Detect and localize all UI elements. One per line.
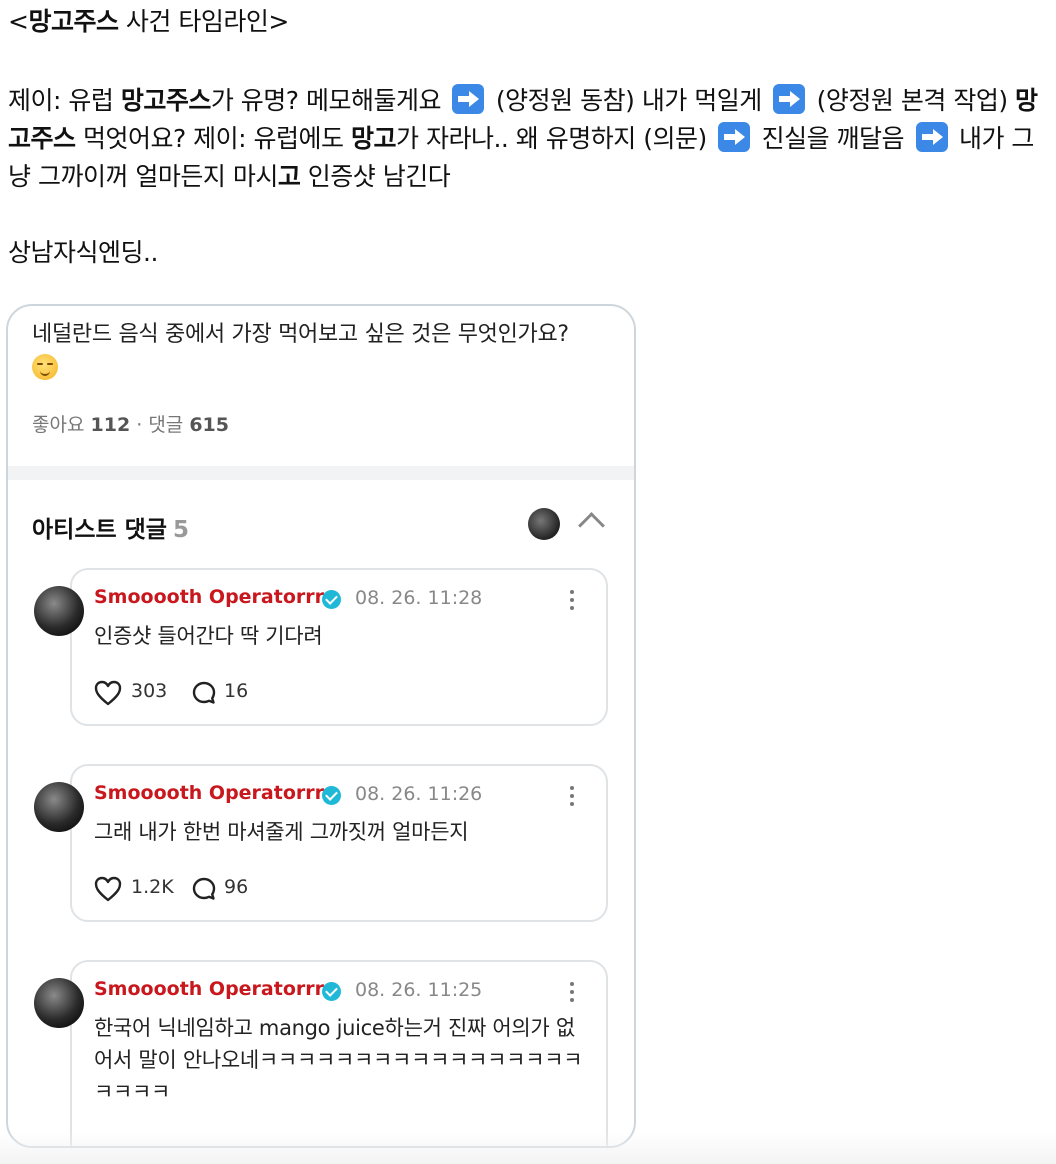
bold-text: 고	[277, 162, 301, 191]
section-title-label: 아티스트 댓글	[32, 517, 167, 543]
likes-count: 112	[90, 414, 131, 436]
arrow-icon	[718, 122, 751, 152]
comments-count: 615	[189, 414, 229, 436]
timeline-text: 가 자라나.. 왜 유명하지 (의문)	[396, 124, 715, 153]
commenter-avatar[interactable]	[34, 586, 84, 636]
timeline-text: (양정원 동참) 내가 먹일게	[488, 86, 770, 115]
section-divider	[8, 466, 634, 480]
reply-bubble-icon[interactable]	[192, 877, 216, 901]
reply-count: 16	[224, 680, 249, 702]
bold-text: 망고주스	[120, 86, 212, 115]
section-count: 5	[172, 517, 189, 543]
bottom-fade	[0, 1132, 1056, 1164]
more-options-icon[interactable]	[570, 982, 574, 1002]
post-title: <망고주스 사건 타임라인>	[8, 0, 1048, 44]
arrow-icon	[773, 84, 806, 114]
timeline-paragraph: 제이: 유럽 망고주스가 유명? 메모해둘게요 (양정원 동참) 내가 먹일게 …	[8, 82, 1048, 196]
commenter-avatar[interactable]	[34, 782, 84, 832]
chevron-up-icon[interactable]	[578, 512, 605, 539]
comment-text: 인증샷 들어간다 딱 기다려	[94, 624, 323, 648]
commenter-name[interactable]: Smooooth Operatorrrr	[94, 782, 333, 804]
verified-icon	[322, 982, 341, 1001]
timeline-text: 먹엇어요? 제이: 유럽에도	[75, 124, 351, 153]
embedded-post-card[interactable]: 네덜란드 음식 중에서 가장 먹어보고 싶은 것은 무엇인가요? 좋아요 112…	[6, 304, 636, 1148]
dot-separator: ·	[136, 414, 149, 436]
ending-text: 상남자식엔딩..	[8, 238, 158, 267]
artist-comments-title: 아티스트 댓글 5	[32, 510, 189, 544]
reply-bubble-icon[interactable]	[192, 681, 216, 705]
comment-item[interactable]: Smooooth Operatorrrr 08. 26. 11:26 그래 내가 한…	[34, 764, 608, 922]
arrow-icon	[915, 122, 948, 152]
more-options-icon[interactable]	[570, 786, 574, 806]
likes-label: 좋아요	[32, 414, 85, 436]
comment-text: 그래 내가 한번 마셔줄게 그까짓꺼 얼마든지	[94, 820, 469, 844]
title-bold: 망고주스	[28, 7, 119, 36]
timeline-text: 가 유명? 메모해둘게요	[210, 86, 449, 115]
timeline-text: (양정원 본격 작업)	[809, 86, 1016, 115]
commenter-name[interactable]: Smooooth Operatorrrr	[94, 586, 333, 608]
smile-emoji-icon	[32, 354, 58, 380]
artist-avatar[interactable]	[528, 508, 560, 540]
heart-icon[interactable]	[94, 876, 122, 902]
commenter-avatar[interactable]	[34, 978, 84, 1028]
bold-text: 망고	[351, 124, 397, 153]
verified-icon	[322, 590, 341, 609]
comment-time: 08. 26. 11:25	[355, 979, 483, 1001]
title-open: <	[8, 7, 29, 36]
comment-item[interactable]: Smooooth Operatorrrr 08. 26. 11:28 인증샷 들어간…	[34, 568, 608, 726]
comments-label: 댓글	[148, 414, 184, 436]
comment-item[interactable]: Smooooth Operatorrrr 08. 26. 11:25 한국어 닉네임…	[34, 960, 608, 1146]
timeline-text: 진실을 깨달음	[754, 124, 912, 153]
question-label: 네덜란드 음식 중에서 가장 먹어보고 싶은 것은 무엇인가요?	[32, 322, 569, 347]
post-body: <망고주스 사건 타임라인> 제이: 유럽 망고주스가 유명? 메모해둘게요 (…	[8, 0, 1048, 272]
reply-count: 96	[224, 876, 249, 898]
like-count: 1.2K	[131, 876, 174, 898]
post-stats: 좋아요 112 · 댓글 615	[32, 410, 229, 437]
timeline-text: 제이: 유럽	[8, 86, 121, 115]
heart-icon[interactable]	[94, 680, 122, 706]
question-text: 네덜란드 음식 중에서 가장 먹어보고 싶은 것은 무엇인가요?	[32, 320, 612, 389]
comment-text: 한국어 닉네임하고 mango juice하는거 진짜 어의가 없어서 말이 안…	[94, 1016, 583, 1104]
timeline-text: 인증샷 남긴다	[300, 162, 451, 191]
like-count: 303	[131, 680, 168, 702]
more-options-icon[interactable]	[570, 590, 574, 610]
title-rest: 사건 타임라인>	[118, 7, 289, 36]
verified-icon	[322, 786, 341, 805]
comment-time: 08. 26. 11:28	[355, 587, 483, 609]
comment-time: 08. 26. 11:26	[355, 783, 483, 805]
arrow-icon	[452, 84, 485, 114]
commenter-name[interactable]: Smooooth Operatorrrr	[94, 978, 333, 1000]
